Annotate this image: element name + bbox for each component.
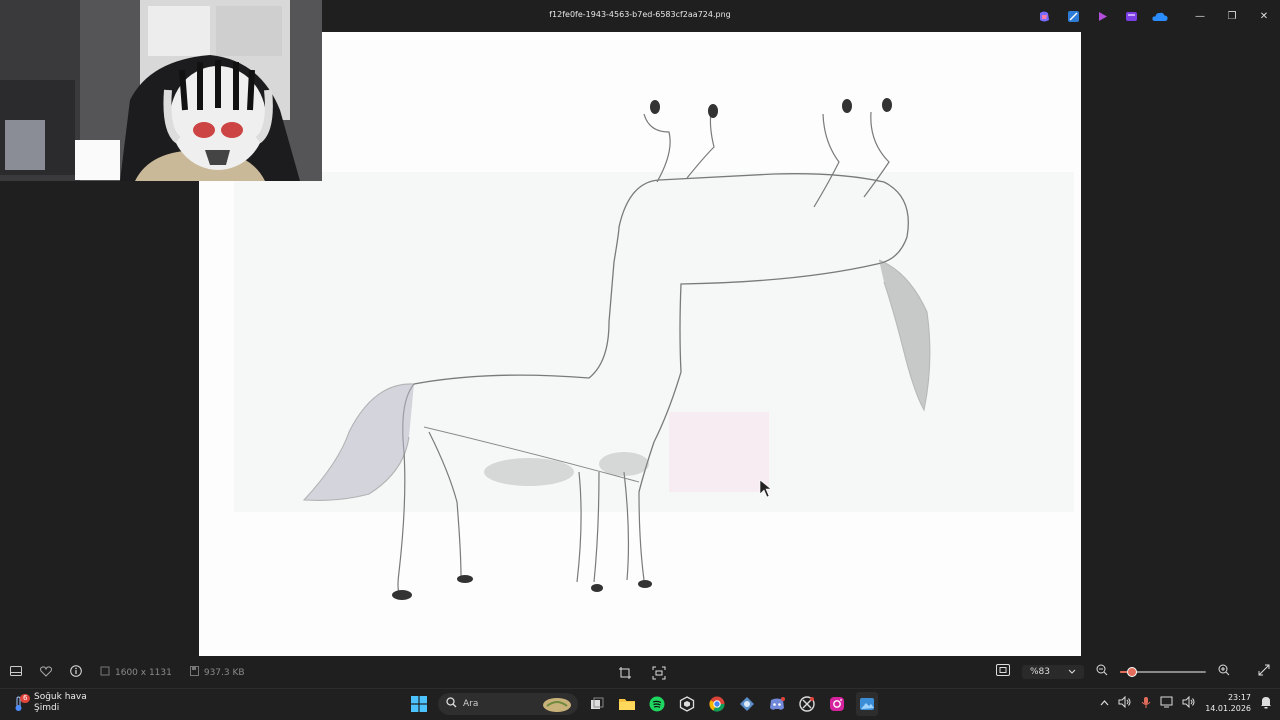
window-controls: — ❐ ✕ xyxy=(1184,0,1280,32)
search-placeholder: Ara xyxy=(463,699,479,709)
crop-icon[interactable] xyxy=(618,665,632,684)
weather-title: Soğuk hava xyxy=(34,692,87,702)
discord-icon[interactable] xyxy=(766,692,788,716)
app-shortcuts xyxy=(1036,9,1168,23)
webcam-overlay xyxy=(0,0,322,181)
minimize-button[interactable]: — xyxy=(1184,0,1216,32)
search-highlight-icon xyxy=(542,696,572,715)
notification-icon[interactable] xyxy=(1260,696,1272,711)
search-icon xyxy=(446,697,457,711)
weather-text: Soğuk hava Şimdi xyxy=(34,692,87,714)
clock-date: 14.01.2026 xyxy=(1205,704,1251,713)
bottom-center-group xyxy=(618,665,666,684)
maximize-button[interactable]: ❐ xyxy=(1216,0,1248,32)
favorite-icon[interactable] xyxy=(40,665,52,680)
bottom-toolbar: 1600 x 1131 937.3 KB %83 xyxy=(0,656,1280,688)
chevron-up-icon[interactable] xyxy=(1100,699,1109,708)
chrome-icon[interactable] xyxy=(706,692,728,716)
xbox-icon[interactable] xyxy=(796,692,818,716)
zoom-out-icon[interactable] xyxy=(1096,664,1108,679)
clipchamp-icon[interactable] xyxy=(1094,9,1110,23)
bottom-left-group: 1600 x 1131 937.3 KB xyxy=(10,665,245,680)
horse-drawing xyxy=(234,98,1074,600)
fit-to-window-icon[interactable] xyxy=(995,664,1010,679)
volume-icon[interactable] xyxy=(1182,695,1196,710)
speaker-icon[interactable] xyxy=(1118,695,1132,710)
image-creator-icon[interactable] xyxy=(1065,9,1081,23)
zoom-dropdown[interactable]: %83 xyxy=(1021,664,1084,679)
fullscreen-icon[interactable] xyxy=(1258,664,1270,679)
weather-badge: 6 xyxy=(20,694,31,703)
unity-hub-icon[interactable] xyxy=(676,692,698,716)
weather-icon: 6 xyxy=(10,694,31,712)
file-size: 937.3 KB xyxy=(203,667,245,678)
image-size-icon xyxy=(100,666,110,679)
zoom-in-icon[interactable] xyxy=(1218,664,1230,679)
chevron-down-icon xyxy=(1068,667,1076,677)
start-button[interactable] xyxy=(408,692,430,716)
network-icon[interactable] xyxy=(1160,696,1173,710)
close-button[interactable]: ✕ xyxy=(1248,0,1280,32)
zoom-value: %83 xyxy=(1029,666,1050,677)
zoom-slider[interactable] xyxy=(1120,665,1206,679)
taskbar-apps: Ara xyxy=(408,692,878,716)
instagram-icon[interactable] xyxy=(826,692,848,716)
designer-icon[interactable] xyxy=(1123,9,1139,23)
onedrive-icon[interactable] xyxy=(1152,9,1168,23)
image-dimensions: 1600 x 1131 xyxy=(115,667,172,678)
clock[interactable]: 23:17 14.01.2026 xyxy=(1205,692,1251,714)
dimensions-group: 1600 x 1131 xyxy=(100,666,172,679)
weather-widget[interactable]: 6 Soğuk hava Şimdi xyxy=(10,692,87,714)
image-canvas[interactable] xyxy=(199,32,1081,656)
file-explorer-icon[interactable] xyxy=(616,692,638,716)
zoom-thumb[interactable] xyxy=(1127,666,1138,677)
task-view-icon[interactable] xyxy=(586,692,608,716)
bottom-right-group: %83 xyxy=(995,664,1270,679)
photos-icon[interactable] xyxy=(856,692,878,716)
taskbar: 6 Soğuk hava Şimdi Ara 23:17 14.01.2026 xyxy=(0,688,1280,720)
spotify-icon[interactable] xyxy=(646,692,668,716)
steam-icon[interactable] xyxy=(736,692,758,716)
weather-subtitle: Şimdi xyxy=(34,703,60,713)
copilot-icon[interactable] xyxy=(1036,9,1052,23)
microphone-icon[interactable] xyxy=(1141,696,1151,711)
info-icon[interactable] xyxy=(70,665,82,680)
file-size-icon xyxy=(189,666,199,679)
taskbar-search[interactable]: Ara xyxy=(438,693,578,715)
system-tray: 23:17 14.01.2026 xyxy=(1100,692,1272,714)
filesize-group: 937.3 KB xyxy=(189,666,245,679)
filmstrip-icon[interactable] xyxy=(10,666,22,679)
clock-time: 23:17 xyxy=(1227,693,1251,702)
visual-search-icon[interactable] xyxy=(652,665,666,684)
